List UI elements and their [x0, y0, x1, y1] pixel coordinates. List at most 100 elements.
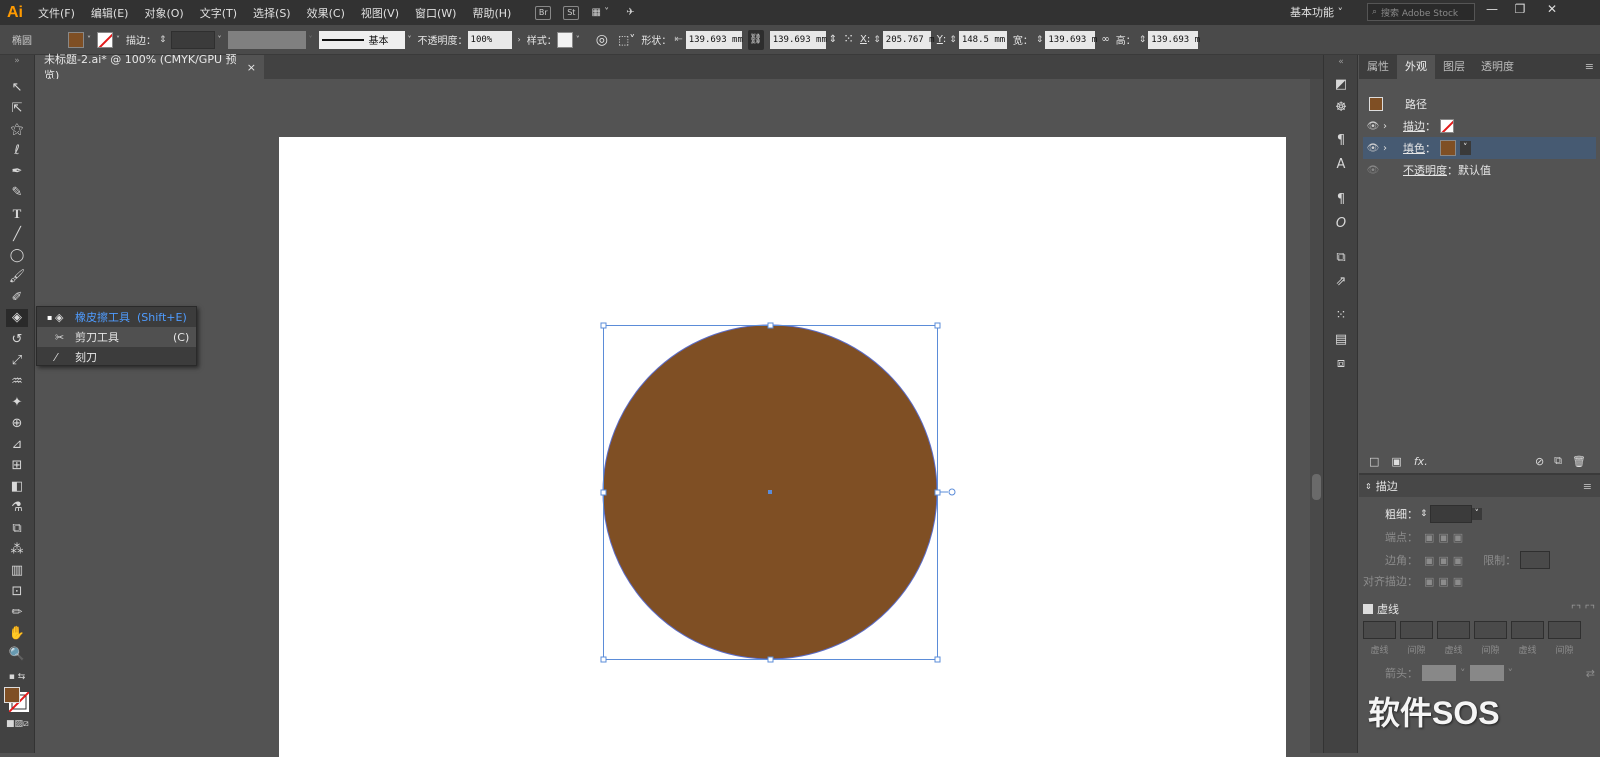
dash-field[interactable]	[1511, 621, 1544, 639]
arrange-documents-icon[interactable]: ▦ ˅	[591, 5, 609, 21]
panel-menu-icon[interactable]: ≡	[1583, 480, 1592, 493]
eyedropper-tool-icon[interactable]: ⚗	[6, 499, 28, 517]
hand-tool-icon[interactable]: ✋	[6, 625, 28, 643]
tab-transparency[interactable]: 透明度	[1473, 55, 1522, 79]
swap-arrowheads-icon[interactable]: ⇄	[1586, 667, 1595, 680]
chevron-down-icon[interactable]: ˅	[116, 35, 120, 44]
gap-field[interactable]	[1474, 621, 1507, 639]
perspective-grid-tool-icon[interactable]: ⊿	[6, 436, 28, 454]
curvature-tool-icon[interactable]: ✎	[6, 184, 28, 202]
stroke-none-swatch[interactable]	[97, 31, 113, 48]
stroke-weight-control[interactable]: 描边： ⇕ ˅	[126, 30, 222, 49]
chevron-down-icon[interactable]: ˅	[218, 35, 222, 44]
chevron-down-icon[interactable]: ˅	[576, 35, 580, 44]
recolor-artwork-icon[interactable]: ◎	[596, 32, 608, 48]
opacity-control[interactable]: 不透明度： 100% ›	[418, 30, 521, 49]
variable-width-control[interactable]: ˅	[227, 30, 313, 49]
stroke-swatch-control[interactable]: ˅	[97, 31, 120, 48]
graph-tool-icon[interactable]: ▥	[6, 562, 28, 580]
stroke-none-swatch[interactable]	[1440, 119, 1454, 133]
appearance-fill-row[interactable]: 👁 › 填色： ˅	[1363, 137, 1596, 159]
scrollbar-thumb[interactable]	[1312, 474, 1321, 500]
collapse-arrows-icon[interactable]: ⇕	[1365, 482, 1372, 491]
workspace-switcher[interactable]: 基本功能 ˅	[1290, 4, 1343, 20]
stroke-weight-input[interactable]	[170, 30, 215, 49]
fill-color-box[interactable]	[4, 687, 20, 703]
stepper-icon[interactable]: ⇕	[949, 35, 957, 45]
ellipse-width-input[interactable]: 139.693 mm	[685, 30, 743, 49]
eraser-tool-icon[interactable]: ◈	[6, 309, 28, 327]
magic-wand-tool-icon[interactable]: ⚝	[6, 121, 28, 139]
menu-object[interactable]: 对象(O)	[136, 5, 191, 21]
gpu-performance-icon[interactable]: ✈	[621, 5, 639, 21]
flyout-item-knife[interactable]: ⁄ 刻刀	[37, 347, 196, 367]
type-tool-icon[interactable]: T	[6, 205, 28, 223]
shape-properties-control[interactable]: 形状： ⇤ 139.693 mm	[641, 30, 743, 49]
gap-field[interactable]	[1548, 621, 1581, 639]
end-arrowhead-select[interactable]	[1469, 665, 1504, 681]
minimize-button[interactable]: —	[1480, 2, 1504, 20]
default-colors-icon[interactable]: ▪ ⇆	[6, 668, 28, 686]
panel-menu-icon[interactable]: ≡	[1585, 55, 1594, 79]
chevron-down-icon[interactable]: ˅	[1471, 508, 1483, 520]
add-stroke-icon[interactable]: □	[1369, 455, 1379, 468]
pen-tool-icon[interactable]: ✒	[6, 163, 28, 181]
bridge-icon[interactable]: Br	[535, 5, 552, 20]
paintbrush-tool-icon[interactable]: 🖌	[6, 268, 28, 286]
style-control[interactable]: 样式： ˅	[527, 31, 580, 48]
add-effect-icon[interactable]: fx.	[1414, 455, 1428, 468]
shaper-tool-icon[interactable]: ✐	[6, 289, 28, 307]
transform-icon[interactable]: ⁙	[1331, 308, 1351, 326]
duplicate-item-icon[interactable]: ⧉	[1554, 454, 1562, 468]
visibility-eye-icon[interactable]: 👁	[1363, 165, 1383, 176]
appearance-stroke-row[interactable]: 👁 › 描边：	[1363, 115, 1596, 137]
align-to-selection-icon[interactable]: ⬚˅	[618, 33, 635, 47]
brush-definition-control[interactable]: 基本 ˅	[318, 30, 412, 49]
ellipse-height-input[interactable]: 139.693 mm	[769, 30, 827, 49]
stock-search-input[interactable]: ⌕ 搜索 Adobe Stock	[1367, 3, 1475, 21]
blend-tool-icon[interactable]: ⧉	[6, 520, 28, 538]
chevron-right-icon[interactable]: ›	[518, 35, 521, 44]
symbol-sprayer-tool-icon[interactable]: ⁂	[6, 541, 28, 559]
warp-tool-icon[interactable]: ♒	[6, 373, 28, 391]
expand-panels-icon[interactable]: «	[1331, 57, 1351, 75]
vertical-scrollbar[interactable]	[1310, 79, 1323, 753]
document-tab[interactable]: 未标题-2.ai* @ 100% (CMYK/GPU 预览) ×	[36, 53, 264, 82]
chevron-right-icon[interactable]: ›	[1383, 143, 1397, 154]
dash-align-icon[interactable]: ⌜⌝ ⌜⌝	[1571, 603, 1595, 616]
direct-selection-tool-icon[interactable]: ⇱	[6, 100, 28, 118]
variable-width-profile[interactable]	[227, 30, 306, 49]
chevron-down-icon[interactable]: ˅	[309, 35, 313, 44]
align-stroke-options-icon[interactable]: ▣▣▣	[1424, 575, 1467, 588]
close-window-button[interactable]: ✕	[1540, 2, 1564, 20]
dash-field[interactable]	[1437, 621, 1470, 639]
close-tab-icon[interactable]: ×	[247, 61, 256, 74]
opacity-attr-label[interactable]: 不透明度	[1403, 162, 1447, 178]
character-styles-icon[interactable]: A	[1331, 157, 1351, 175]
restore-button[interactable]: ❐	[1508, 2, 1532, 20]
dashed-checkbox[interactable]	[1363, 604, 1373, 614]
flyout-item-eraser[interactable]: ▪ ◈ 橡皮擦工具 (Shift+E)	[37, 307, 196, 327]
menu-type[interactable]: 文字(T)	[192, 5, 245, 21]
chevron-down-icon[interactable]: ˅	[408, 35, 412, 44]
lasso-tool-icon[interactable]: ℓ	[6, 142, 28, 160]
cap-options-icon[interactable]: ▣▣▣	[1424, 531, 1467, 544]
link-constrain-icon[interactable]: ⛓	[747, 29, 764, 50]
start-arrowhead-select[interactable]	[1422, 665, 1456, 681]
tab-appearance[interactable]: 外观	[1397, 55, 1435, 79]
libraries-icon[interactable]: ◩	[1331, 77, 1351, 95]
canvas[interactable]	[36, 79, 1310, 757]
artboard-tool-icon[interactable]: ⊡	[6, 583, 28, 601]
collapse-icon[interactable]: »	[6, 56, 28, 66]
zoom-tool-icon[interactable]: 🔍	[6, 646, 28, 664]
stepper-icon[interactable]: ⇕	[1036, 35, 1044, 45]
height-input[interactable]: 139.693 m	[1148, 30, 1200, 49]
fill-swatch[interactable]	[68, 31, 84, 48]
visibility-eye-icon[interactable]: 👁	[1363, 143, 1383, 154]
stroke-panel-header[interactable]: ⇕ 描边 ≡	[1359, 475, 1600, 497]
stepper-icon[interactable]: ⇕	[159, 35, 167, 45]
x-position-input[interactable]: 205.767 m	[882, 30, 935, 49]
mesh-tool-icon[interactable]: ⊞	[6, 457, 28, 475]
opacity-input[interactable]: 100%	[467, 30, 512, 49]
stepper-icon[interactable]: ⇕	[873, 35, 881, 45]
